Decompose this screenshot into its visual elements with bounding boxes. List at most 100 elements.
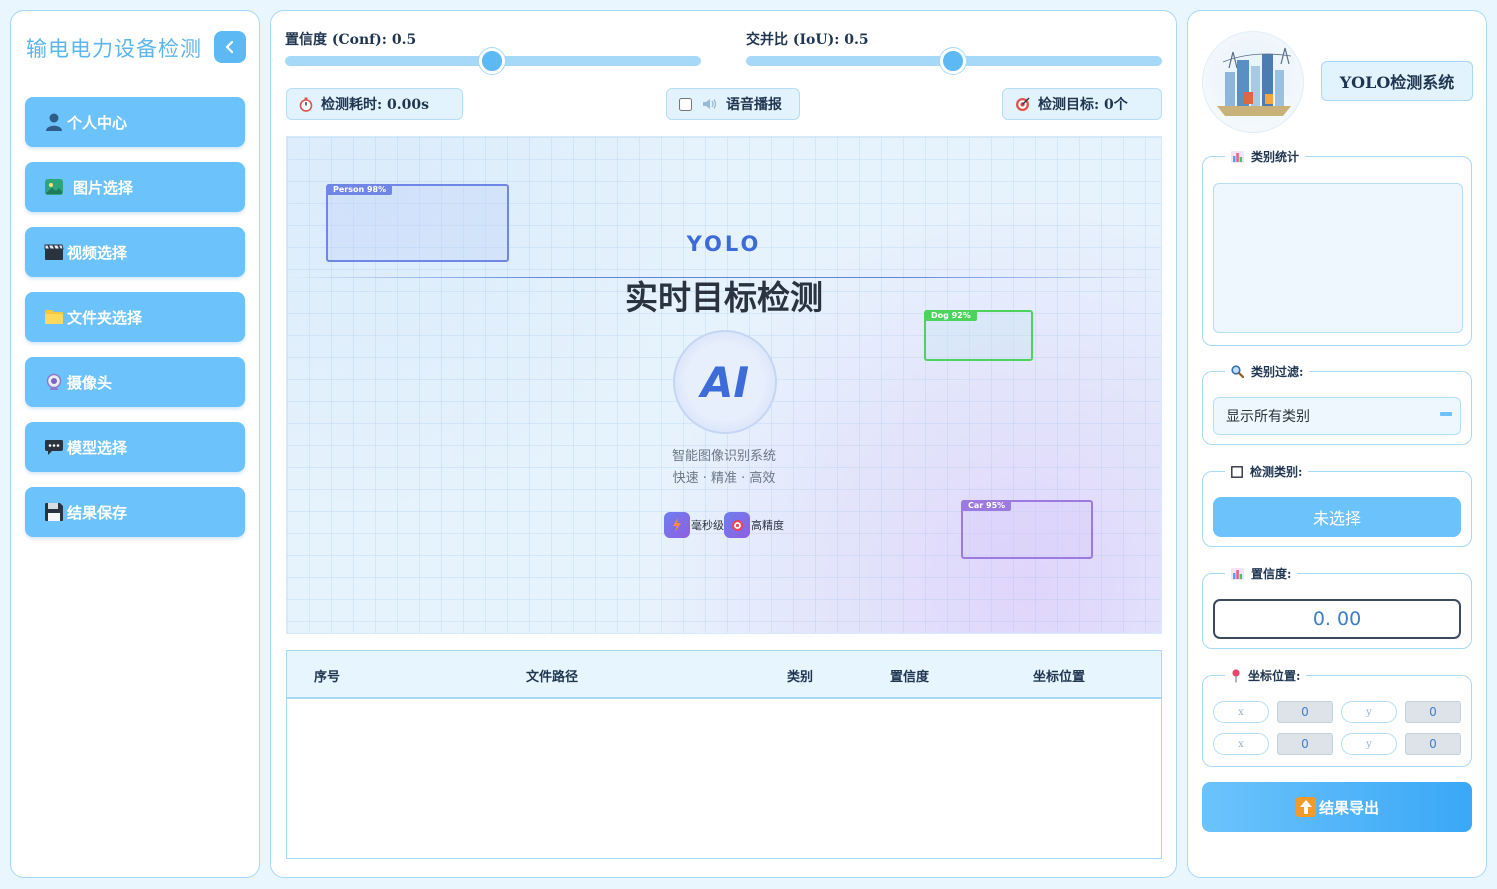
target-count-text: 检测目标: 0个 [1038,97,1128,113]
nav-label: 文件夹选择 [67,308,143,327]
detection-box-car: Car 95% [961,500,1093,559]
class-stats-area [1213,183,1463,333]
lightning-icon [664,512,690,538]
y1-value: 0 [1405,701,1461,723]
feature-label: 毫秒级 [691,519,724,532]
floppy-icon [43,501,65,523]
preview-subtitle: 智能图像识别系统 [671,449,776,464]
sidebar: 输电电力设备检测 个人中心 图片选择 视频选择 文件夹选择 摄像头 模型选择 结… [10,10,260,878]
nav-profile-button[interactable]: 个人中心 [25,97,245,147]
nav-label: 结果保存 [67,503,128,522]
detection-preview: Person 98% Dog 92% Car 95% YOLO 实时目标检测 A… [286,136,1162,634]
column-header[interactable]: 置信度 [890,666,929,685]
target-icon [724,512,750,538]
speaker-icon [702,98,718,110]
preview-brand: YOLO [686,232,762,256]
detection-time-text: 检测耗时: 0.00s [321,97,430,113]
conf-slider-label: 置信度 (Conf): 0.5 [285,32,417,48]
confidence-group: 置信度: 0. 00 [1202,565,1472,649]
magnifier-icon [1231,365,1244,378]
nav-save-button[interactable]: 结果保存 [25,487,245,537]
voice-broadcast-checkbox[interactable] [679,97,692,111]
app-title: 输电电力设备检测 [26,37,202,61]
coord-legend-text: 坐标位置: [1248,669,1301,683]
class-filter-group: 类别过滤: 显示所有类别 [1202,363,1472,445]
user-icon [43,111,65,133]
feature-label: 高精度 [751,519,784,532]
nav-folder-button[interactable]: 文件夹选择 [25,292,245,342]
group-legend: 检测类别: [1225,463,1309,480]
folder-icon [43,306,65,328]
dropdown-icon [1440,412,1452,416]
nav-camera-button[interactable]: 摄像头 [25,357,245,407]
feature-millisecond: 毫秒级 [664,512,724,538]
target-count-badge: 检测目标: 0个 [1002,88,1162,120]
table-header: 序号 文件路径 类别 置信度 坐标位置 [287,651,1161,699]
x1-value: 0 [1277,701,1333,723]
detection-class-select-button[interactable]: 未选择 [1213,497,1461,537]
system-title: YOLO检测系统 [1321,61,1473,101]
column-header[interactable]: 序号 [314,666,340,685]
nav-image-button[interactable]: 图片选择 [25,162,245,212]
image-icon [43,176,65,198]
detection-class-group: 检测类别: 未选择 [1202,463,1472,547]
chevron-left-icon [225,40,234,54]
iou-slider-thumb[interactable] [940,48,966,74]
x2-value: 0 [1277,733,1333,755]
preview-tagline: 快速 · 精准 · 高效 [672,471,776,486]
iou-slider-label: 交并比 (IoU): 0.5 [746,32,869,48]
group-legend: 类别过滤: [1225,363,1310,380]
camera-icon [43,371,65,393]
x2-label: x [1213,733,1269,755]
column-header[interactable]: 坐标位置 [1033,666,1085,685]
coordinates-group: 坐标位置: x 0 y 0 x 0 y 0 [1202,667,1472,767]
nav-label: 图片选择 [73,178,134,197]
voice-broadcast-label: 语音播报 [726,97,782,113]
filter-legend-text: 类别过滤: [1251,365,1304,379]
class-filter-select[interactable]: 显示所有类别 [1213,397,1461,435]
voice-broadcast-toggle[interactable]: 语音播报 [666,88,800,120]
info-panel: YOLO检测系统 类别统计 类别过滤: 显示所有类别 检测类别: 未选择 置信度… [1187,10,1487,878]
y2-label: y [1341,733,1397,755]
detection-time-badge: 检测耗时: 0.00s [286,88,463,120]
results-table: 序号 文件路径 类别 置信度 坐标位置 [286,650,1162,859]
group-legend: 置信度: [1225,565,1298,582]
detection-tag: Person 98% [327,184,393,195]
bar-chart-icon [1231,567,1244,580]
upload-arrow-icon [1295,796,1317,818]
column-header[interactable]: 类别 [787,666,813,685]
group-legend: 类别统计 [1225,148,1306,165]
target-icon [1015,97,1030,112]
y2-value: 0 [1405,733,1461,755]
feature-precision: 高精度 [724,512,784,538]
export-label: 结果导出 [1318,798,1379,817]
clapperboard-icon [43,241,65,263]
nav-label: 个人中心 [67,113,128,132]
conf-slider-thumb[interactable] [479,48,505,74]
nav-video-button[interactable]: 视频选择 [25,227,245,277]
system-logo [1202,31,1304,133]
chat-bubble-icon [43,436,65,458]
confidence-value-field: 0. 00 [1213,599,1461,639]
export-results-button[interactable]: 结果导出 [1202,782,1472,832]
nav-label: 摄像头 [67,373,113,392]
class-filter-value: 显示所有类别 [1226,409,1310,425]
stats-legend-text: 类别统计 [1251,150,1300,164]
group-legend: 坐标位置: [1225,667,1307,684]
stopwatch-icon [299,97,313,112]
bar-chart-icon [1231,150,1244,163]
ai-badge: AI [673,330,777,434]
column-header[interactable]: 文件路径 [526,666,578,685]
detection-tag: Car 95% [962,500,1012,511]
checkbox-icon [1231,465,1243,478]
y1-label: y [1341,701,1397,723]
class-legend-text: 检测类别: [1250,465,1303,479]
preview-title: 实时目标检测 [625,278,823,317]
x1-label: x [1213,701,1269,723]
nav-label: 视频选择 [67,243,128,262]
pushpin-icon [1231,668,1241,683]
nav-model-button[interactable]: 模型选择 [25,422,245,472]
collapse-sidebar-button[interactable] [214,31,246,63]
class-stats-group: 类别统计 [1202,148,1472,346]
conf-legend-text: 置信度: [1251,567,1292,581]
